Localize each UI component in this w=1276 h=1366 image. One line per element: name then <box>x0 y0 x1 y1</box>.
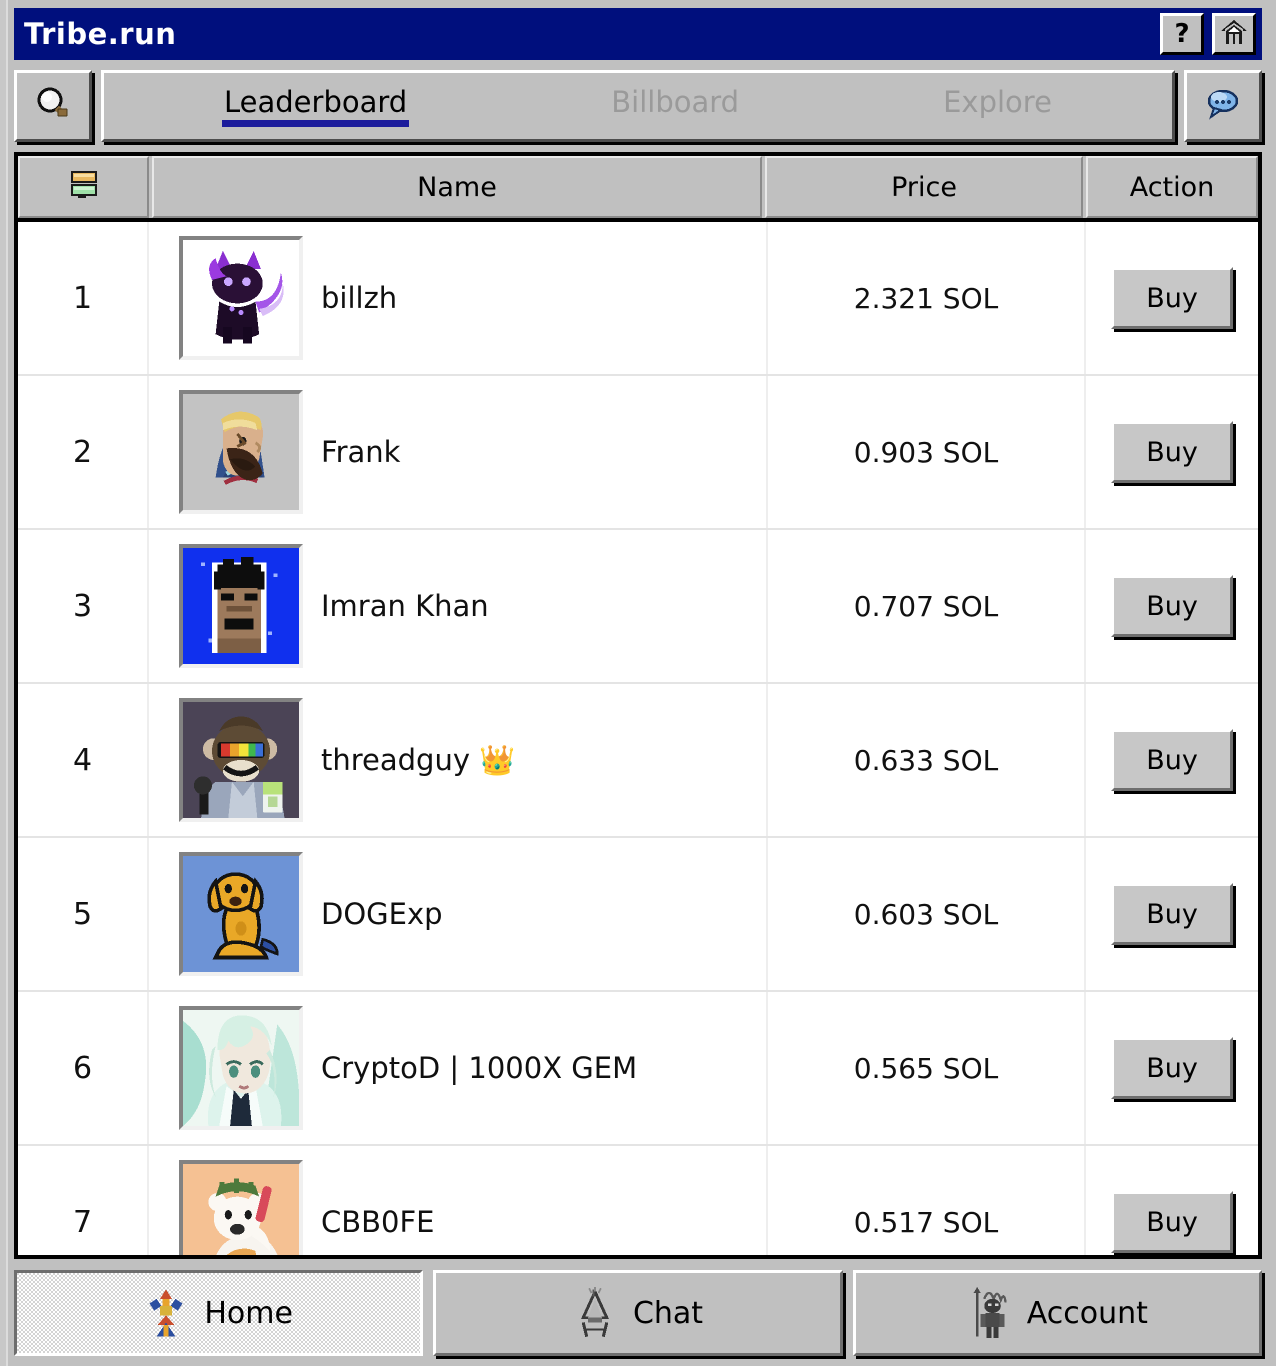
row-name-cell: Frank <box>149 376 768 528</box>
bottom-navigation: Home Chat Account <box>14 1270 1262 1356</box>
row-price: 2.321 SOL <box>768 222 1086 374</box>
row-name-cell: CryptoD | 1000X GEM <box>149 992 768 1144</box>
row-action-cell: Buy <box>1086 376 1258 528</box>
row-rank: 6 <box>18 992 149 1144</box>
row-name-cell: DOGExp <box>149 838 768 990</box>
row-price: 0.707 SOL <box>768 530 1086 682</box>
column-header-name-label: Name <box>417 171 497 203</box>
row-price: 0.633 SOL <box>768 684 1086 836</box>
table-row[interactable]: 4 threadguy 👑 0.633 SOL Buy <box>18 684 1258 838</box>
purple-cat-avatar <box>179 236 303 360</box>
home-title-button[interactable] <box>1212 13 1256 55</box>
magnifier-icon <box>33 84 73 128</box>
row-price: 0.603 SOL <box>768 838 1086 990</box>
row-rank: 2 <box>18 376 149 528</box>
tab-explore-label: Explore <box>943 85 1052 119</box>
nav-home-button[interactable]: Home <box>14 1270 424 1356</box>
title-bar-buttons: ? <box>1160 13 1256 55</box>
table-row[interactable]: 7 CBB0FE 0.517 SOL Buy <box>18 1146 1258 1255</box>
buy-button[interactable]: Buy <box>1111 729 1233 791</box>
row-username: threadguy 👑 <box>321 742 516 777</box>
column-header-price[interactable]: Price <box>765 156 1083 218</box>
column-header-price-label: Price <box>891 171 957 203</box>
nav-chat-button[interactable]: Chat <box>433 1270 843 1356</box>
tab-billboard[interactable]: Billboard <box>607 83 743 129</box>
table-header-row: Name Price Action <box>18 156 1258 222</box>
row-username: CryptoD | 1000X GEM <box>321 1051 638 1085</box>
nav-account-button[interactable]: Account <box>852 1270 1262 1356</box>
app-window: Tribe.run ? Leaderboard Billboard Explor… <box>0 0 1276 1366</box>
row-rank: 4 <box>18 684 149 836</box>
row-name-cell: billzh <box>149 222 768 374</box>
row-name-cell: threadguy 👑 <box>149 684 768 836</box>
toolbar: Leaderboard Billboard Explore <box>14 70 1262 142</box>
row-username: Imran Khan <box>321 589 489 623</box>
buy-button[interactable]: Buy <box>1111 267 1233 329</box>
buy-button[interactable]: Buy <box>1111 1037 1233 1099</box>
column-header-name[interactable]: Name <box>152 156 762 218</box>
row-action-cell: Buy <box>1086 530 1258 682</box>
row-username: DOGExp <box>321 897 443 931</box>
column-header-rank[interactable] <box>18 156 149 218</box>
table-body: 1 billzh 2.321 SOL Buy 2 Frank 0.903 SOL… <box>18 222 1258 1255</box>
buy-button[interactable]: Buy <box>1111 1191 1233 1253</box>
tribal-tent-icon <box>573 1287 617 1339</box>
row-username: Frank <box>321 435 401 469</box>
title-bar: Tribe.run ? <box>14 8 1262 60</box>
row-name-cell: Imran Khan <box>149 530 768 682</box>
row-rank: 5 <box>18 838 149 990</box>
row-username: billzh <box>321 281 398 315</box>
nav-chat-label: Chat <box>632 1295 704 1331</box>
bearded-man-avatar <box>179 390 303 514</box>
row-action-cell: Buy <box>1086 684 1258 836</box>
row-action-cell: Buy <box>1086 838 1258 990</box>
rank-stack-icon <box>66 166 102 209</box>
row-rank: 3 <box>18 530 149 682</box>
pixel-face-blue-avatar <box>179 544 303 668</box>
tribal-chief-icon <box>967 1287 1011 1339</box>
row-action-cell: Buy <box>1086 1146 1258 1255</box>
tab-billboard-label: Billboard <box>611 85 740 119</box>
yellow-dog-avatar <box>179 852 303 976</box>
column-header-action: Action <box>1086 156 1258 218</box>
buy-button[interactable]: Buy <box>1111 421 1233 483</box>
help-button[interactable]: ? <box>1160 13 1204 55</box>
tab-leaderboard-label: Leaderboard <box>224 85 408 119</box>
row-action-cell: Buy <box>1086 992 1258 1144</box>
row-rank: 1 <box>18 222 149 374</box>
tab-strip: Leaderboard Billboard Explore <box>101 70 1175 142</box>
tab-leaderboard[interactable]: Leaderboard <box>220 83 411 129</box>
nav-home-label: Home <box>204 1295 293 1331</box>
table-row[interactable]: 2 Frank 0.903 SOL Buy <box>18 376 1258 530</box>
row-rank: 7 <box>18 1146 149 1255</box>
tribal-totem-icon <box>144 1287 188 1339</box>
speech-bubble-icon <box>1203 85 1243 127</box>
search-button[interactable] <box>14 70 92 142</box>
window-title: Tribe.run <box>24 17 177 51</box>
table-row[interactable]: 3 Imran Khan 0.707 SOL Buy <box>18 530 1258 684</box>
question-mark-icon: ? <box>1174 19 1190 49</box>
nav-account-label: Account <box>1026 1295 1148 1331</box>
ape-rainbow-visor-avatar <box>179 698 303 822</box>
row-action-cell: Buy <box>1086 222 1258 374</box>
row-price: 0.903 SOL <box>768 376 1086 528</box>
row-price: 0.565 SOL <box>768 992 1086 1144</box>
buy-button[interactable]: Buy <box>1111 575 1233 637</box>
chat-button[interactable] <box>1184 70 1262 142</box>
buy-button[interactable]: Buy <box>1111 883 1233 945</box>
white-bear-orange-avatar <box>179 1160 303 1255</box>
home-icon <box>1220 19 1248 49</box>
table-row[interactable]: 1 billzh 2.321 SOL Buy <box>18 222 1258 376</box>
mint-hair-anime-avatar <box>179 1006 303 1130</box>
row-price: 0.517 SOL <box>768 1146 1086 1255</box>
tab-explore[interactable]: Explore <box>939 83 1056 129</box>
row-username: CBB0FE <box>321 1205 435 1239</box>
column-header-action-label: Action <box>1129 171 1215 203</box>
table-row[interactable]: 6 CryptoD | 1000X GEM 0.565 SOL Buy <box>18 992 1258 1146</box>
row-name-cell: CBB0FE <box>149 1146 768 1255</box>
leaderboard-table: Name Price Action 1 billzh 2.321 SOL Buy… <box>14 152 1262 1259</box>
table-row[interactable]: 5 DOGExp 0.603 SOL Buy <box>18 838 1258 992</box>
